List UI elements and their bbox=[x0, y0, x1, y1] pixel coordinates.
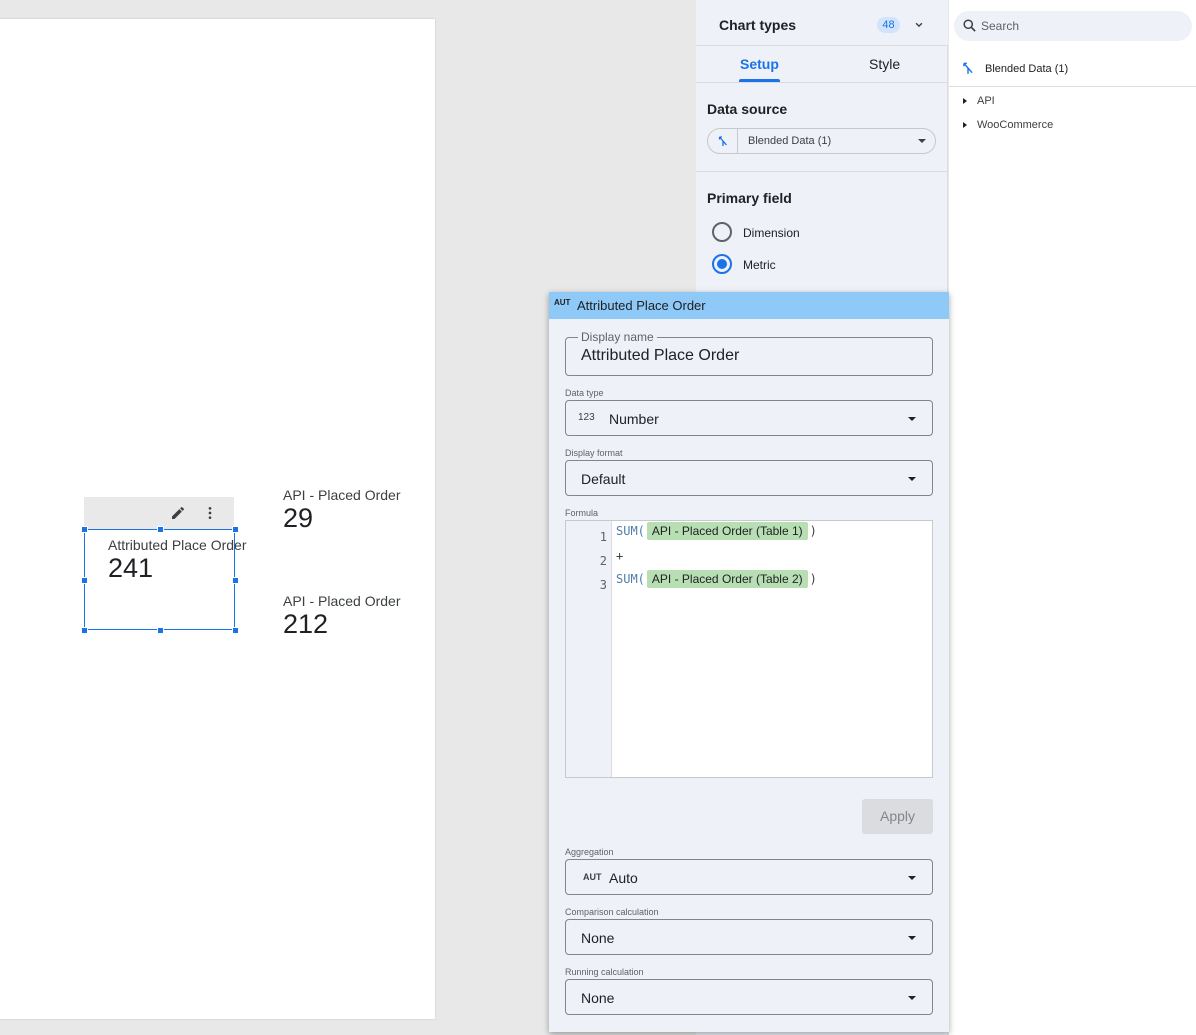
display-name-input[interactable]: Attributed Place Order bbox=[581, 347, 739, 365]
data-source-select[interactable]: Blended Data (1) bbox=[707, 128, 936, 154]
chart-types-title: Chart types bbox=[719, 17, 797, 33]
radio-dimension-label: Dimension bbox=[743, 226, 800, 240]
resize-handle[interactable] bbox=[81, 627, 88, 634]
search-icon bbox=[962, 18, 977, 38]
data-type-value: Number bbox=[609, 411, 659, 427]
function-token: SUM( bbox=[616, 572, 645, 586]
display-format-select[interactable]: Default bbox=[565, 460, 933, 496]
formula-line: + bbox=[616, 549, 623, 563]
radio-metric-label: Metric bbox=[743, 258, 776, 272]
tree-item-label: WooCommerce bbox=[977, 119, 1054, 131]
resize-handle[interactable] bbox=[232, 627, 239, 634]
aggregation-select[interactable]: AUT Auto bbox=[565, 859, 933, 895]
field-type-badge: AUT bbox=[554, 298, 571, 307]
active-tab-indicator bbox=[739, 79, 780, 82]
line-number: 1 bbox=[599, 530, 607, 544]
scorecard-value: 212 bbox=[283, 609, 329, 639]
resize-handle[interactable] bbox=[232, 577, 239, 584]
dropdown-arrow-icon bbox=[908, 417, 916, 421]
display-format-label: Display format bbox=[565, 448, 623, 458]
tab-setup[interactable]: Setup bbox=[740, 56, 779, 72]
display-format-value: Default bbox=[581, 471, 626, 487]
tab-style[interactable]: Style bbox=[869, 56, 900, 72]
operator-token: + bbox=[616, 549, 624, 563]
field-chip[interactable]: API - Placed Order (Table 1) bbox=[646, 522, 808, 540]
divider bbox=[949, 86, 1196, 87]
resize-handle[interactable] bbox=[157, 627, 164, 634]
resize-handle[interactable] bbox=[232, 526, 239, 533]
search-placeholder: Search bbox=[981, 19, 1020, 33]
line-number: 3 bbox=[599, 578, 607, 592]
line-number-gutter: 1 2 3 bbox=[566, 521, 612, 777]
data-panel: Search Blended Data (1) API WooCommerce bbox=[949, 0, 1196, 1035]
chart-types-header[interactable]: Chart types 48 bbox=[696, 0, 948, 46]
paren-token: ) bbox=[809, 524, 817, 538]
data-source-title: Data source bbox=[707, 101, 788, 117]
function-token: SUM( bbox=[616, 524, 645, 538]
paren-token: ) bbox=[809, 572, 817, 586]
expand-triangle-icon[interactable] bbox=[963, 98, 967, 104]
formula-line: SUM( API - Placed Order (Table 2) ) bbox=[616, 570, 817, 588]
field-search-input[interactable]: Search bbox=[954, 11, 1192, 41]
display-name-field[interactable]: Display name Attributed Place Order bbox=[565, 330, 933, 376]
data-type-label: Data type bbox=[565, 388, 604, 398]
comparison-calculation-select[interactable]: None bbox=[565, 919, 933, 955]
chart-toolbar bbox=[84, 497, 234, 529]
field-editor-header: AUT Attributed Place Order bbox=[549, 292, 949, 319]
running-calculation-select[interactable]: None bbox=[565, 979, 933, 1015]
radio-dimension[interactable] bbox=[712, 222, 732, 242]
line-number: 2 bbox=[599, 554, 607, 568]
dropdown-arrow-icon bbox=[908, 936, 916, 940]
field-editor-dialog: AUT Attributed Place Order Display name … bbox=[549, 292, 949, 1032]
radio-metric[interactable] bbox=[712, 254, 732, 274]
formula-line: SUM( API - Placed Order (Table 1) ) bbox=[616, 522, 817, 540]
aggregation-label: Aggregation bbox=[565, 847, 614, 857]
scorecard-value: 29 bbox=[283, 503, 314, 533]
data-type-select[interactable]: 123 Number bbox=[565, 400, 933, 436]
display-name-label: Display name bbox=[578, 330, 657, 344]
scorecard-value: 241 bbox=[108, 553, 154, 583]
dropdown-arrow-icon bbox=[918, 139, 926, 143]
number-type-icon: 123 bbox=[578, 412, 595, 423]
field-chip[interactable]: API - Placed Order (Table 2) bbox=[646, 570, 808, 588]
panel-tabs: Setup Style bbox=[696, 47, 948, 83]
comparison-calculation-label: Comparison calculation bbox=[565, 907, 659, 917]
edit-pencil-icon[interactable] bbox=[168, 503, 188, 523]
resize-handle[interactable] bbox=[81, 526, 88, 533]
dropdown-arrow-icon bbox=[908, 876, 916, 880]
dropdown-arrow-icon bbox=[908, 996, 916, 1000]
auto-aggregation-icon: AUT bbox=[583, 872, 602, 882]
aggregation-value: Auto bbox=[609, 870, 638, 886]
dropdown-arrow-icon bbox=[908, 477, 916, 481]
resize-handle[interactable] bbox=[81, 577, 88, 584]
blended-data-label: Blended Data (1) bbox=[985, 63, 1069, 75]
formula-label: Formula bbox=[565, 508, 599, 518]
chevron-down-icon[interactable] bbox=[912, 18, 926, 37]
chart-types-count-badge: 48 bbox=[877, 17, 900, 33]
tree-item-label: API bbox=[977, 95, 995, 107]
scorecard-label: Attributed Place Order bbox=[108, 537, 247, 553]
expand-triangle-icon[interactable] bbox=[963, 122, 967, 128]
primary-field-title: Primary field bbox=[707, 190, 792, 206]
divider bbox=[696, 171, 948, 172]
running-calculation-label: Running calculation bbox=[565, 967, 644, 977]
scorecard-label: API - Placed Order bbox=[283, 593, 401, 609]
apply-button[interactable]: Apply bbox=[862, 799, 933, 834]
scorecard-label: API - Placed Order bbox=[283, 487, 401, 503]
resize-handle[interactable] bbox=[157, 526, 164, 533]
running-calculation-value: None bbox=[581, 990, 615, 1006]
formula-editor[interactable]: 1 2 3 SUM( API - Placed Order (Table 1) … bbox=[565, 520, 933, 778]
field-editor-title: Attributed Place Order bbox=[577, 298, 706, 313]
blend-icon bbox=[961, 61, 975, 78]
comparison-calculation-value: None bbox=[581, 930, 615, 946]
more-vert-icon[interactable] bbox=[200, 503, 220, 523]
data-source-value: Blended Data (1) bbox=[748, 135, 832, 147]
blend-icon bbox=[708, 129, 738, 153]
